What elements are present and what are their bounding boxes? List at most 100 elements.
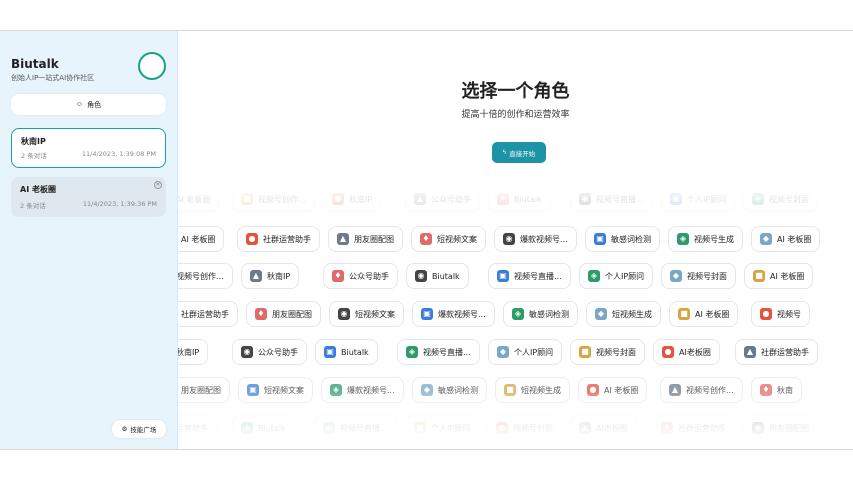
role-card[interactable]: ◈ 敏感词检测 [503,301,578,327]
role-card[interactable]: ▣ 视频号直播... [488,263,571,289]
role-label: 视频号 [777,309,801,319]
role-card[interactable]: ◆ 视频号封面 [661,263,736,289]
role-label: 敏感词检测 [611,234,651,244]
chat-time: 11/4/2023, 1:39:08 PM [81,150,156,158]
role-card[interactable]: ▲ 公众号助手 [405,186,480,212]
role-icon: ◉ [415,270,427,282]
role-card[interactable]: ◉ Biutalk [406,263,469,289]
role-card[interactable]: ▲ 朋友圈配图 [328,226,403,252]
role-label: 社群运营助手 [761,347,809,357]
brand-tagline: 创始人IP一站式AI协作社区 [11,74,95,82]
role-card[interactable]: ■ AI 老板圈 [669,301,739,327]
role-card[interactable]: ◉ 朋友圈配图 [743,415,818,441]
role-card[interactable]: ◈ Biutalk [232,415,295,441]
role-card[interactable]: ▣ 短视频文案 [238,377,313,403]
role-label: Biutalk [258,423,286,433]
role-card[interactable]: ◉ 公众号助手 [232,339,307,365]
role-card[interactable]: ◈ 视频号封面 [743,186,818,212]
role-card[interactable]: ■ AI 老板圈 [744,263,814,289]
role-label: 视频号直播... [596,194,644,204]
role-icon: ◉ [503,233,515,245]
role-card[interactable]: ● AI 老板圈 [578,377,648,403]
role-icon: ◉ [338,308,350,320]
role-card[interactable]: ▲ AI老板圈 [570,415,637,441]
role-card[interactable]: ◆ 短视频生成 [586,301,661,327]
role-card[interactable]: ◈ 个人IP顾问 [579,263,654,289]
close-icon[interactable]: × [154,181,162,189]
role-label: 视频号封面 [596,347,636,357]
role-icon: ◉ [579,193,591,205]
role-label: 视频号创作... [176,271,224,281]
role-card[interactable]: ▣ 个人IP顾问 [661,186,736,212]
chat-item-1[interactable]: 秋南IP 2 条对话 11/4/2023, 1:39:08 PM [11,128,166,168]
role-card[interactable]: ◆ AI 老板圈 [751,226,821,252]
role-card[interactable]: ◈ 视频号直播... [397,339,480,365]
role-icon: ♦ [420,233,432,245]
role-label: 运营助手 [176,423,208,433]
role-icon: ◈ [241,422,253,434]
role-label: 个人IP顾问 [687,194,727,204]
role-card[interactable]: ● 秋南IP [323,186,382,212]
role-card[interactable]: ◆ 个人IP顾问 [488,339,563,365]
role-card[interactable]: ♦ 社群运营助手 [652,415,735,441]
role-card[interactable]: ▲ 社群运营助手 [735,339,818,365]
roles-button-label: 角色 [87,101,102,109]
role-card[interactable]: ▲ 视频号创作... [660,377,743,403]
role-card[interactable]: ◈ 视频号生成 [668,226,743,252]
role-icon: ◆ [497,346,509,358]
chat-item-2[interactable]: AI 老板圈 × 2 条对话 11/4/2023, 1:39:36 PM [11,177,166,217]
role-card[interactable]: ■ 视频号封面 [570,339,645,365]
role-card[interactable]: ▣ Biutalk [315,339,378,365]
role-card[interactable]: ● AI老板圈 [653,339,720,365]
role-icon: ◆ [323,422,335,434]
role-card[interactable]: ◉ 短视频文案 [329,301,404,327]
role-card[interactable]: ● 视频号封面 [487,415,562,441]
role-icon: ♦ [760,384,772,396]
role-label: 视频号直播... [423,347,471,357]
role-card[interactable]: ◉ 爆款视频号... [494,226,577,252]
role-icon: ◈ [330,384,342,396]
role-card[interactable]: ◆ 敏感词检测 [412,377,487,403]
role-card[interactable]: ■ 短视频生成 [495,377,570,403]
role-card[interactable]: ■ 视频号创作... [232,186,315,212]
role-label: 秋南 [777,385,793,395]
roles-button[interactable]: ☺ 角色 [11,94,166,115]
role-icon: ♦ [255,308,267,320]
brand-name: Biutalk [11,57,59,71]
role-icon: ♦ [332,270,344,282]
role-card[interactable]: ● 社群运营助手 [237,226,320,252]
role-label: 秋南IP [176,347,200,357]
brand-logo-icon [138,52,166,80]
role-label: 短视频文案 [264,385,304,395]
plugins-button[interactable]: ⚙ 技能广场 [112,420,166,438]
role-card[interactable]: ◉ 视频号直播... [570,186,653,212]
role-label: 社群运营助手 [678,423,726,433]
role-card[interactable]: ♦ 朋友圈配图 [246,301,321,327]
role-icon: ◈ [406,346,418,358]
role-card[interactable]: ■ 个人IP顾问 [405,415,480,441]
role-icon: ◉ [752,422,764,434]
role-label: AI老板圈 [596,423,628,433]
role-card[interactable]: ▲ 秋南IP [241,263,300,289]
role-card[interactable]: ● 视频号 [751,301,810,327]
role-card[interactable]: ♦ Biutalk [488,186,551,212]
role-icon: ◈ [752,193,764,205]
chat-time: 11/4/2023, 1:39:36 PM [82,200,157,208]
role-card[interactable]: ▣ 爆款视频号... [412,301,495,327]
chat-title: 秋南IP [21,137,46,146]
role-card[interactable]: ◆ 视频号直播... [314,415,397,441]
role-icon: ▲ [579,422,591,434]
role-card[interactable]: ♦ 短视频文案 [411,226,486,252]
role-label: 视频号直播... [514,271,562,281]
role-label: 视频号直播... [340,423,388,433]
role-icon: ▣ [247,384,259,396]
role-card[interactable]: ▣ 敏感词检测 [585,226,660,252]
role-card[interactable]: ♦ 公众号助手 [323,263,398,289]
role-label: 视频号封面 [513,423,553,433]
role-label: 朋友圈配图 [272,309,312,319]
role-label: 公众号助手 [258,347,298,357]
role-card[interactable]: ◈ 爆款视频号... [321,377,404,403]
role-card[interactable]: ♦ 秋南 [751,377,802,403]
start-button[interactable]: ϟ 直接开始 [492,142,546,163]
chat-title: AI 老板圈 [20,185,56,194]
